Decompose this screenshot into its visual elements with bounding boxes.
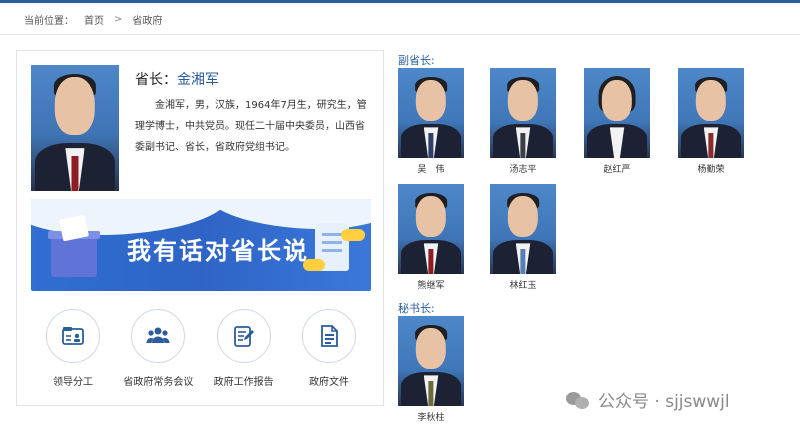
breadcrumb: 当前位置： 首页 > 省政府 <box>24 12 162 27</box>
secretary-general-card[interactable]: 李秋柱 <box>398 316 464 423</box>
vice-governor-name: 赵红严 <box>603 165 631 175</box>
vice-governor-card[interactable]: 赵红严 <box>584 68 650 175</box>
org-chart-icon <box>46 309 100 363</box>
governor-panel: 省长：金湘军 金湘军，男，汉族，1964年7月生，研究生，管理学博士，中共党员。… <box>16 50 384 406</box>
vice-governor-name: 汤志平 <box>509 165 537 175</box>
watermark-text: 公众号 · sjjswwjl <box>598 392 730 412</box>
vice-governor-photo <box>490 68 556 158</box>
vice-governor-name: 吴 伟 <box>417 165 445 175</box>
governor-title-label: 省长： <box>135 72 177 88</box>
meeting-group-icon <box>131 309 186 363</box>
breadcrumb-home-link[interactable]: 首页 <box>84 12 104 27</box>
secretary-general-heading: 秘书长: <box>398 302 435 315</box>
top-accent-line <box>0 0 800 3</box>
message-to-governor-banner[interactable]: 我有话对省长说 <box>31 199 371 291</box>
quick-link-gov-documents[interactable]: 政府文件 <box>287 309 371 388</box>
vice-governor-photo <box>490 184 556 274</box>
breadcrumb-separator: > <box>114 14 123 25</box>
vice-governor-card[interactable]: 汤志平 <box>490 68 556 175</box>
chat-bubble-icon <box>341 229 365 241</box>
vice-governor-photo <box>398 184 464 274</box>
governor-title: 省长：金湘军 <box>135 69 219 89</box>
quick-link-label: 省政府常务会议 <box>123 377 194 388</box>
vice-governors-heading: 副省长: <box>398 54 435 67</box>
quick-link-label: 政府文件 <box>308 377 349 388</box>
report-edit-icon <box>216 309 271 363</box>
breadcrumb-current-link[interactable]: 省政府 <box>132 12 162 27</box>
breadcrumb-label: 当前位置： <box>24 16 74 27</box>
chat-bubble-icon <box>303 259 325 271</box>
vice-governor-photo <box>678 68 744 158</box>
ballot-box-icon <box>48 231 100 277</box>
governor-bio: 金湘军，男，汉族，1964年7月生，研究生，管理学博士，中共党员。现任二十届中央… <box>135 100 367 153</box>
quick-link-executive-meeting[interactable]: 省政府常务会议 <box>116 309 200 388</box>
governor-name-link[interactable]: 金湘军 <box>177 72 219 88</box>
wechat-icon <box>566 390 590 410</box>
vice-governor-name: 林红玉 <box>509 281 537 291</box>
vice-governor-photo <box>584 68 650 158</box>
vice-governor-card[interactable]: 林红玉 <box>490 184 556 291</box>
governor-photo[interactable] <box>31 65 119 191</box>
vice-governor-card[interactable]: 杨勤荣 <box>678 68 744 175</box>
secretary-general-name: 李秋柱 <box>417 413 445 423</box>
vice-governor-card[interactable]: 熊继军 <box>398 184 464 291</box>
wechat-watermark: 公众号 · sjjswwjl <box>566 387 730 412</box>
vice-governor-name: 杨勤荣 <box>697 165 725 175</box>
vice-governor-name: 熊继军 <box>417 281 445 291</box>
secretary-general-photo <box>398 316 464 406</box>
vice-governor-photo <box>398 68 464 158</box>
quick-link-label: 政府工作报告 <box>213 377 274 388</box>
banner-text: 我有话对省长说 <box>127 236 309 265</box>
quick-link-leader-division[interactable]: 领导分工 <box>31 309 115 388</box>
document-icon <box>301 309 356 363</box>
quick-link-work-report[interactable]: 政府工作报告 <box>202 309 286 388</box>
header-divider <box>0 34 800 35</box>
quick-link-label: 领导分工 <box>53 377 93 388</box>
vice-governor-card[interactable]: 吴 伟 <box>398 68 464 175</box>
quick-links: 领导分工 省政府常务会议 政府工作报告 政府文件 <box>31 309 371 388</box>
